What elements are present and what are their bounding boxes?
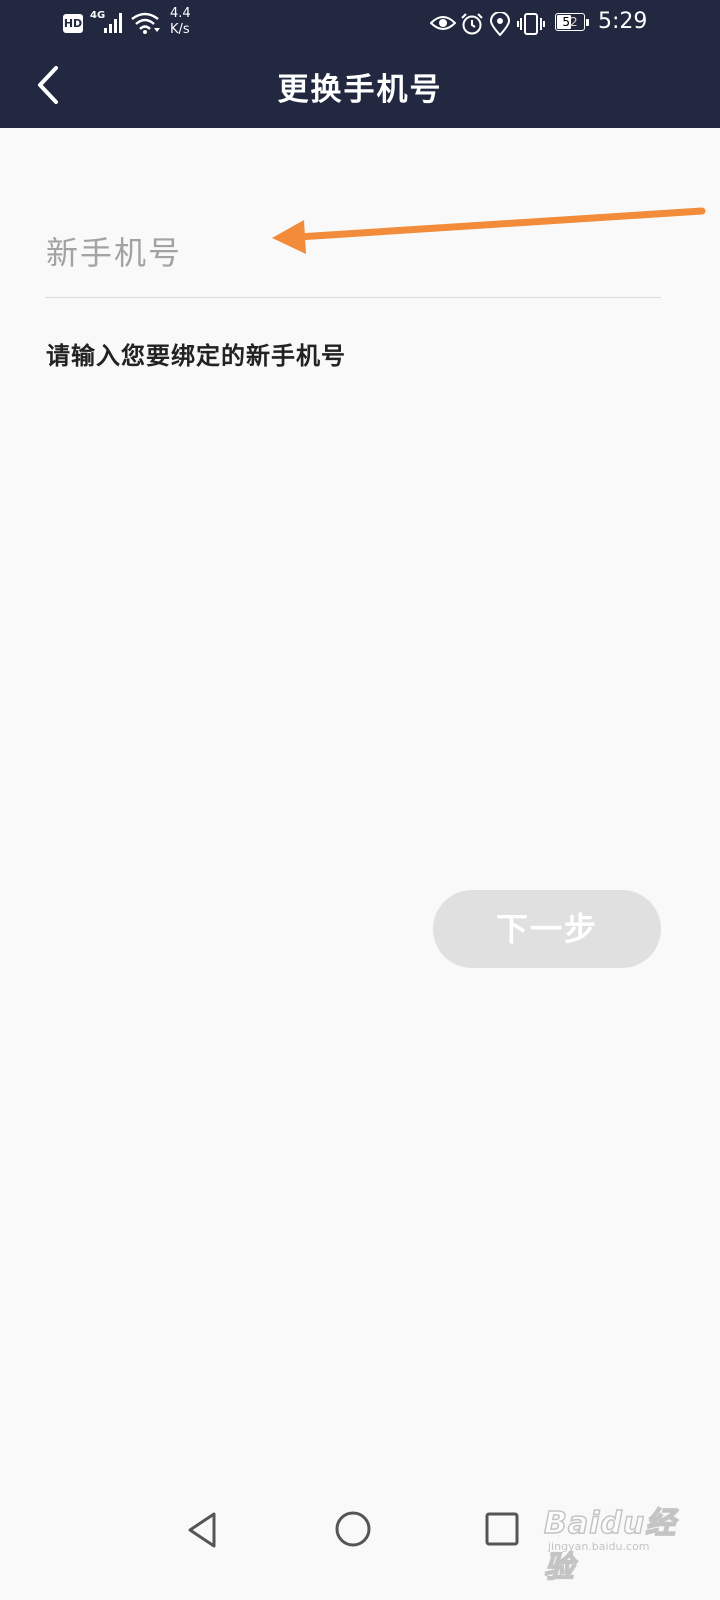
watermark-url: jingyan.baidu.com (548, 1540, 650, 1553)
network-speed: 4.4 K/s (170, 6, 200, 38)
annotation-arrow-icon (272, 207, 706, 254)
next-step-button[interactable]: 下一步 (433, 890, 661, 968)
battery-level: 52 (562, 15, 578, 29)
wifi-icon (131, 12, 160, 34)
battery-icon: 52 (555, 13, 589, 33)
network-speed-value: 4.4 (170, 6, 191, 21)
baidu-watermark: Baidu经验 jingyan.baidu.com (540, 1490, 700, 1586)
alarm-icon (461, 13, 483, 35)
recents-square-icon[interactable] (484, 1511, 520, 1547)
location-icon (490, 12, 510, 36)
signal-icon (104, 13, 122, 33)
status-time: 5:29 (598, 9, 648, 34)
page-title: 更换手机号 (277, 72, 443, 108)
input-underline (45, 297, 661, 298)
back-triangle-icon[interactable] (184, 1510, 220, 1550)
app-header: HD 4G 4.4 K/s 52 5:29 更换手机号 (0, 0, 720, 128)
vibrate-icon (517, 13, 545, 35)
hint-text: 请输入您要绑定的新手机号 (46, 341, 346, 370)
hd-icon: HD (63, 14, 83, 33)
eye-icon (430, 16, 456, 30)
network-speed-unit: K/s (170, 22, 190, 37)
status-bar: HD 4G 4.4 K/s 52 5:29 (0, 0, 720, 50)
home-circle-icon[interactable] (334, 1510, 372, 1548)
